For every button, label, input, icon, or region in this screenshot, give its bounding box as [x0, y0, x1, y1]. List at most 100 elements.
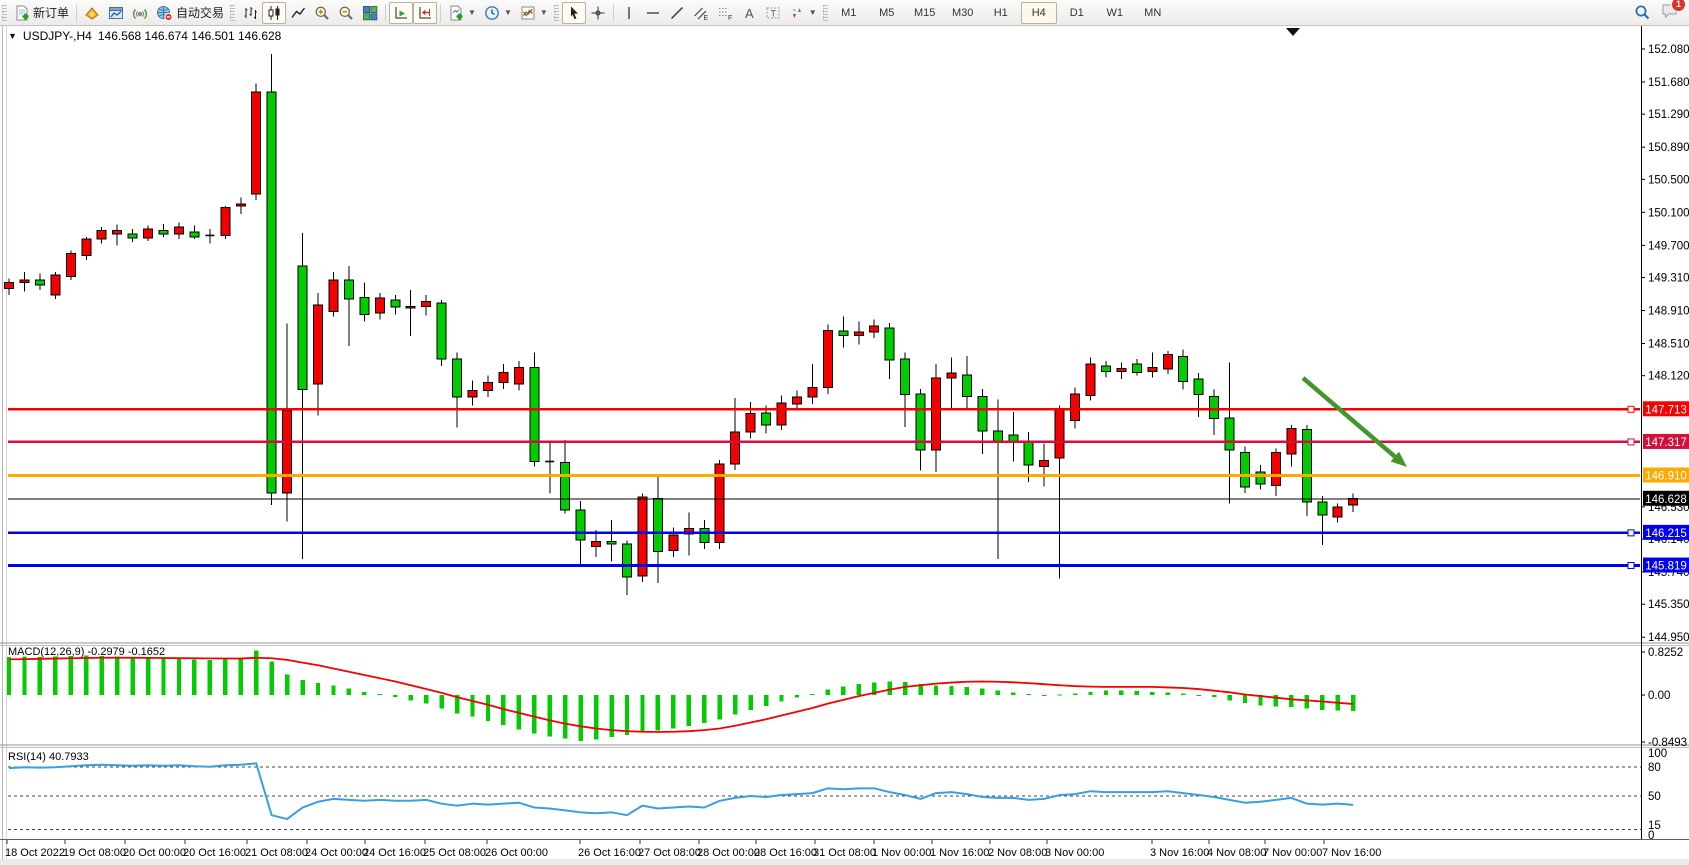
candle-body [1333, 507, 1342, 517]
price-axis-label: 151.680 [1648, 77, 1689, 89]
candle-body [592, 542, 601, 547]
text-tool-button[interactable]: A [737, 2, 761, 24]
candle-body [329, 280, 338, 311]
bar-chart-type-button[interactable] [238, 2, 262, 24]
toolbar-grip[interactable] [230, 5, 235, 21]
macd-histogram-bar [779, 695, 783, 701]
candlestick-chart-type-button[interactable] [262, 2, 286, 24]
candle-body [1117, 368, 1126, 371]
tile-windows-button[interactable] [358, 2, 382, 24]
text-label-tool-button[interactable]: T [761, 2, 785, 24]
price-line-handle[interactable] [1628, 406, 1634, 412]
time-axis-label: 26 Oct 16:00 [578, 847, 641, 859]
candle-body [314, 305, 323, 384]
timeframe-button-H1[interactable]: H1 [983, 2, 1019, 24]
fibonacci-tool-button[interactable]: F [713, 2, 737, 24]
macd-histogram-bar [1243, 695, 1247, 703]
candle-body [97, 231, 106, 239]
candle-body [5, 282, 14, 288]
rsi-current-value: 40.7933 [49, 751, 89, 763]
history-center-button[interactable] [80, 2, 104, 24]
timeframe-button-D1[interactable]: D1 [1059, 2, 1095, 24]
search-button[interactable] [1630, 2, 1655, 24]
time-axis-label: 3 Nov 00:00 [1045, 847, 1104, 859]
candle-body [1241, 452, 1250, 487]
candle-body [1071, 394, 1080, 420]
channel-tool-button[interactable]: E [689, 2, 713, 24]
timeframe-button-H4[interactable]: H4 [1021, 2, 1057, 24]
macd-histogram-bar [300, 680, 304, 695]
macd-histogram-bar [285, 674, 289, 695]
cursor-tool-button[interactable] [562, 2, 586, 24]
text-label-icon: T [765, 5, 781, 21]
candle-body [854, 332, 863, 335]
crosshair-tool-button[interactable] [586, 2, 610, 24]
timeframe-button-MN[interactable]: MN [1135, 2, 1171, 24]
horizontal-line-tool-button[interactable] [641, 2, 665, 24]
signals-button[interactable] [128, 2, 152, 24]
time-axis-label: 4 Nov 08:00 [1207, 847, 1266, 859]
macd-histogram-bar [1166, 692, 1170, 695]
macd-histogram-bar [887, 682, 891, 696]
indicators-icon [448, 5, 464, 21]
macd-histogram-bar [69, 656, 73, 695]
candle-body [808, 387, 817, 397]
candle-body [514, 367, 523, 384]
vertical-line-tool-button[interactable] [617, 2, 641, 24]
candle-body [1024, 441, 1033, 465]
zoom-in-button[interactable] [310, 2, 334, 24]
time-axis-label: 24 Oct 16:00 [363, 847, 426, 859]
zoom-out-button[interactable] [334, 2, 358, 24]
candlestick-icon [266, 5, 282, 21]
candle-body [1271, 452, 1280, 485]
toolbar-grip[interactable] [554, 5, 559, 21]
equidistant-channel-icon: E [693, 5, 709, 21]
candle-body [870, 326, 879, 332]
price-line-handle[interactable] [1628, 530, 1634, 536]
price-line-handle[interactable] [1628, 439, 1634, 445]
timeframe-button-W1[interactable]: W1 [1097, 2, 1133, 24]
macd-histogram-bar [718, 695, 722, 719]
line-chart-type-button[interactable] [286, 2, 310, 24]
separator [76, 4, 77, 22]
macd-indicator-label: MACD(12,26,9) -0.2979 -0.1652 [8, 646, 165, 658]
auto-scroll-button[interactable] [389, 2, 413, 24]
timeframe-button-M30[interactable]: M30 [945, 2, 981, 24]
candle-body [82, 239, 91, 256]
macd-histogram-bar [903, 682, 907, 695]
notifications-button[interactable]: 1 [1661, 2, 1679, 24]
new-order-button[interactable]: 新订单 [10, 2, 73, 24]
macd-histogram-bar [331, 685, 335, 695]
price-axis-label: 150.500 [1648, 174, 1689, 186]
macd-histogram-bar [1289, 695, 1293, 707]
tile-windows-icon [362, 5, 378, 21]
periods-button[interactable]: ▼ [480, 2, 516, 24]
macd-histogram-bar [100, 656, 104, 695]
templates-button[interactable]: ▼ [516, 2, 552, 24]
timeframe-button-M5[interactable]: M5 [869, 2, 905, 24]
macd-histogram-bar [532, 695, 536, 733]
macd-axis-label: 0.00 [1648, 690, 1670, 702]
rsi-axis-label: 100 [1648, 748, 1667, 760]
auto-trading-button[interactable]: 自动交易 [152, 2, 228, 24]
timeframe-button-M1[interactable]: M1 [831, 2, 867, 24]
macd-histogram-bar [841, 686, 845, 695]
navigator-button[interactable] [104, 2, 128, 24]
chart-area[interactable]: 152.080151.680151.290150.890150.500150.1… [0, 0, 1689, 865]
candle-body [483, 382, 492, 390]
macd-histogram-bar [733, 695, 737, 714]
new-order-icon [14, 5, 30, 21]
candle-body [623, 544, 632, 577]
toolbar-grip[interactable] [2, 5, 7, 21]
price-line-handle[interactable] [1628, 563, 1634, 569]
chart-shift-button[interactable] [413, 2, 437, 24]
arrows-tool-button[interactable]: ▼ [785, 2, 821, 24]
toolbar-grip[interactable] [823, 5, 828, 21]
candle-body [468, 391, 477, 398]
timeframe-button-M15[interactable]: M15 [907, 2, 943, 24]
chart-dropdown-arrow-icon[interactable]: ▼ [8, 31, 17, 41]
macd-histogram-bar [192, 659, 196, 695]
trendline-tool-button[interactable] [665, 2, 689, 24]
indicators-button[interactable]: ▼ [444, 2, 480, 24]
horizontal-line-icon [645, 5, 661, 21]
